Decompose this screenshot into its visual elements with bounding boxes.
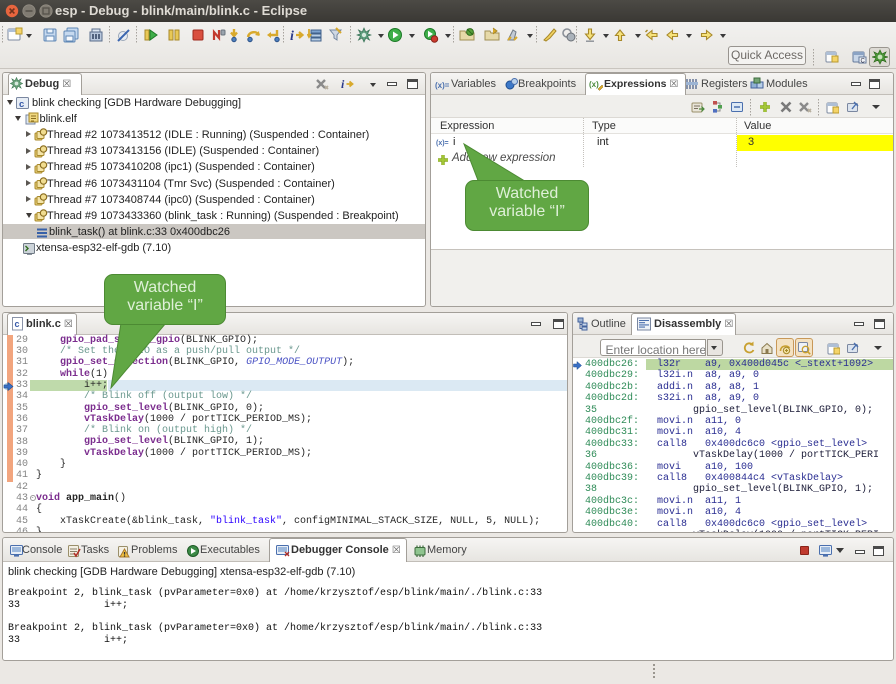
svg-text:(x)=: (x)= — [436, 140, 449, 147]
svg-text:(x)=: (x)= — [435, 81, 449, 90]
svg-text:(x): (x) — [589, 80, 599, 89]
svg-text:C: C — [861, 59, 866, 65]
svg-text:c: c — [15, 319, 20, 329]
svg-text:i: i — [290, 29, 294, 43]
svg-text:i: i — [341, 77, 345, 91]
svg-text:c: c — [19, 99, 24, 110]
